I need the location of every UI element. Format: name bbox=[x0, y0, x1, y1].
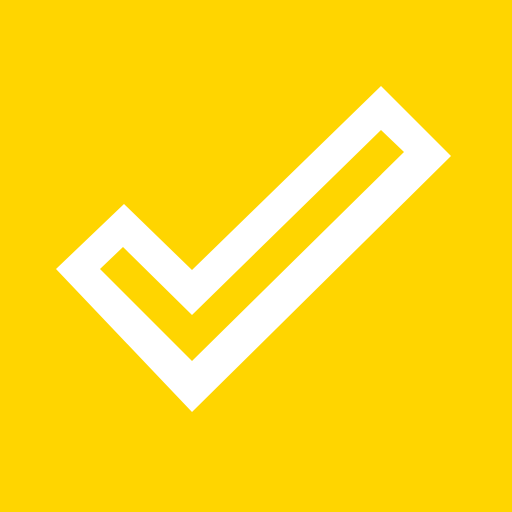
app-icon-graphic bbox=[0, 0, 512, 512]
app-icon[interactable] bbox=[0, 0, 512, 512]
